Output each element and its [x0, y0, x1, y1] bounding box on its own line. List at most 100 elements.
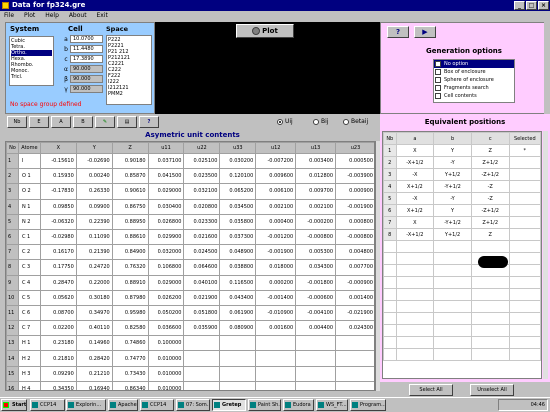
checkbox-icon[interactable]	[435, 93, 441, 99]
asym-column-header[interactable]: u22	[183, 142, 221, 154]
run-button[interactable]: ▶	[414, 26, 436, 38]
asym-row[interactable]: 2O 1 0.15930 0.00240 0.85870 0.041500 0.02350…	[6, 168, 374, 185]
equiv-op-cell[interactable]: -Y	[433, 192, 472, 205]
value-cell[interactable]: 0.021600	[183, 228, 221, 246]
value-cell[interactable]: 0.061900	[219, 304, 257, 322]
taskbar-task[interactable]: Paint Sh...	[248, 399, 281, 411]
value-cell[interactable]: 0.037100	[147, 152, 185, 170]
value-cell[interactable]: 0.064600	[183, 259, 221, 276]
equiv-op-cell[interactable]: Z+1/2	[470, 216, 510, 229]
value-cell[interactable]: 0.05620	[39, 289, 77, 306]
value-cell[interactable]: 0.00240	[75, 168, 113, 185]
value-cell[interactable]	[219, 335, 257, 352]
value-cell[interactable]: 0.000500	[335, 152, 374, 170]
equiv-row[interactable]: 5 -X -Y -Z	[383, 192, 541, 205]
help-tool[interactable]: ?	[139, 116, 159, 128]
option-cell-contents[interactable]: Cell contents	[434, 92, 514, 100]
print-tool[interactable]: ▤	[117, 116, 137, 128]
value-cell[interactable]: 0.30180	[75, 289, 113, 306]
value-cell[interactable]: 0.28470	[39, 274, 77, 291]
value-cell[interactable]: 0.020800	[183, 198, 221, 215]
equiv-op-cell[interactable]: Y	[433, 204, 472, 217]
equiv-selected-cell[interactable]	[508, 228, 541, 241]
value-cell[interactable]: -0.001400	[255, 289, 297, 306]
equiv-op-cell[interactable]: -X	[395, 168, 435, 181]
value-cell[interactable]: -0.021900	[335, 304, 374, 322]
value-cell[interactable]: -0.007200	[255, 152, 297, 170]
asym-column-header[interactable]: u12	[255, 142, 297, 154]
value-cell[interactable]: 0.043400	[219, 289, 257, 306]
value-cell[interactable]: 0.17750	[39, 259, 77, 276]
value-cell[interactable]: 0.100000	[147, 335, 185, 352]
plot-button[interactable]: Plot	[236, 24, 294, 38]
equiv-row[interactable]: 7 X -Y+1/2 Z+1/2	[383, 216, 541, 229]
equiv-op-cell[interactable]: Z+1/2	[470, 156, 510, 169]
atom-cell[interactable]: C 2	[17, 244, 41, 261]
value-cell[interactable]: 0.051800	[183, 304, 221, 322]
taskbar-task[interactable]: CCP14	[140, 399, 174, 411]
value-cell[interactable]: 0.000400	[255, 213, 297, 230]
value-cell[interactable]: 0.003400	[295, 152, 337, 170]
cell-alpha-field[interactable]: 90.000	[70, 65, 103, 73]
option-no-option[interactable]: ✓ No option	[434, 60, 514, 68]
value-cell[interactable]: -0.000900	[335, 274, 374, 291]
equiv-op-cell[interactable]: Z	[470, 144, 510, 157]
value-cell[interactable]: -0.06320	[39, 213, 77, 230]
value-cell[interactable]: 0.88950	[111, 213, 149, 230]
equiv-op-cell[interactable]: Z	[470, 228, 510, 241]
value-cell[interactable]: 0.029000	[147, 183, 185, 200]
radio-selected-icon[interactable]	[277, 118, 283, 125]
atom-cell[interactable]: C 3	[17, 259, 41, 276]
asym-column-header[interactable]: X	[39, 142, 77, 154]
asym-row[interactable]: 9C 4 0.28470 0.22000 0.88910 0.029000 0.04010…	[6, 274, 374, 291]
value-cell[interactable]: 0.009700	[295, 183, 337, 200]
value-cell[interactable]: 0.14960	[75, 335, 113, 352]
value-cell[interactable]: 0.28420	[75, 350, 113, 367]
value-cell[interactable]: 0.40110	[75, 320, 113, 337]
value-cell[interactable]: -0.001900	[335, 198, 374, 215]
value-cell[interactable]: 0.26330	[75, 183, 113, 200]
value-cell[interactable]: 0.95980	[111, 304, 149, 322]
equiv-row[interactable]: 4 X+1/2 -Y+1/2 -Z	[383, 180, 541, 193]
equiv-op-cell[interactable]: -Y+1/2	[433, 216, 472, 229]
value-cell[interactable]: 0.120100	[219, 168, 257, 185]
value-cell[interactable]: 0.23180	[39, 335, 77, 352]
value-cell[interactable]: -0.02980	[39, 228, 77, 246]
value-cell[interactable]: 0.106800	[147, 259, 185, 276]
value-cell[interactable]: 0.76320	[111, 259, 149, 276]
equiv-row[interactable]: 3 -X Y+1/2 -Z+1/2	[383, 168, 541, 181]
value-cell[interactable]: 0.080900	[219, 320, 257, 337]
asym-row[interactable]: 16 H 4 0.34350 0.16940 0.86340 0.010000	[6, 380, 374, 390]
edit-tool[interactable]: ✎	[95, 116, 115, 128]
equiv-row[interactable]: 8 -X+1/2 Y+1/2 Z	[383, 228, 541, 241]
asym-row[interactable]: 11 C 6 0.08700 0.34970 0.95980 0.050200 0.0518…	[6, 304, 374, 322]
value-cell[interactable]: 0.001400	[335, 289, 374, 306]
equiv-op-cell[interactable]: -Y	[433, 156, 472, 169]
value-cell[interactable]: 0.002100	[255, 198, 297, 215]
value-cell[interactable]: 0.035800	[219, 213, 257, 230]
value-cell[interactable]: 0.34970	[75, 304, 113, 322]
atom-cell[interactable]: N 1	[17, 198, 41, 215]
value-cell[interactable]	[335, 335, 374, 352]
cell-beta-field[interactable]: 90.000	[70, 75, 103, 83]
value-cell[interactable]: 0.041500	[147, 168, 185, 185]
value-cell[interactable]: 0.86750	[111, 198, 149, 215]
equiv-op-cell[interactable]: Y+1/2	[433, 228, 472, 241]
value-cell[interactable]: 0.08700	[39, 304, 77, 322]
value-cell[interactable]: 0.88610	[111, 228, 149, 246]
value-cell[interactable]: 0.030400	[147, 198, 185, 215]
atom-cell[interactable]: C 1	[17, 228, 41, 246]
checkbox-checked-icon[interactable]: ✓	[435, 61, 441, 67]
taskbar-task[interactable]: CCP14	[30, 399, 65, 411]
equiv-row[interactable]: 1 X Y Z *	[383, 144, 541, 157]
atom-cell[interactable]: O 2	[17, 183, 41, 200]
value-cell[interactable]	[295, 365, 337, 382]
value-cell[interactable]: 0.16940	[75, 380, 113, 390]
value-cell[interactable]	[335, 350, 374, 367]
value-cell[interactable]	[255, 335, 297, 352]
value-cell[interactable]: 0.86340	[111, 380, 149, 390]
equiv-selected-cell[interactable]: *	[508, 144, 541, 157]
value-cell[interactable]: -0.004100	[295, 304, 337, 322]
equiv-op-cell[interactable]: X	[395, 216, 435, 229]
value-cell[interactable]	[183, 350, 221, 367]
